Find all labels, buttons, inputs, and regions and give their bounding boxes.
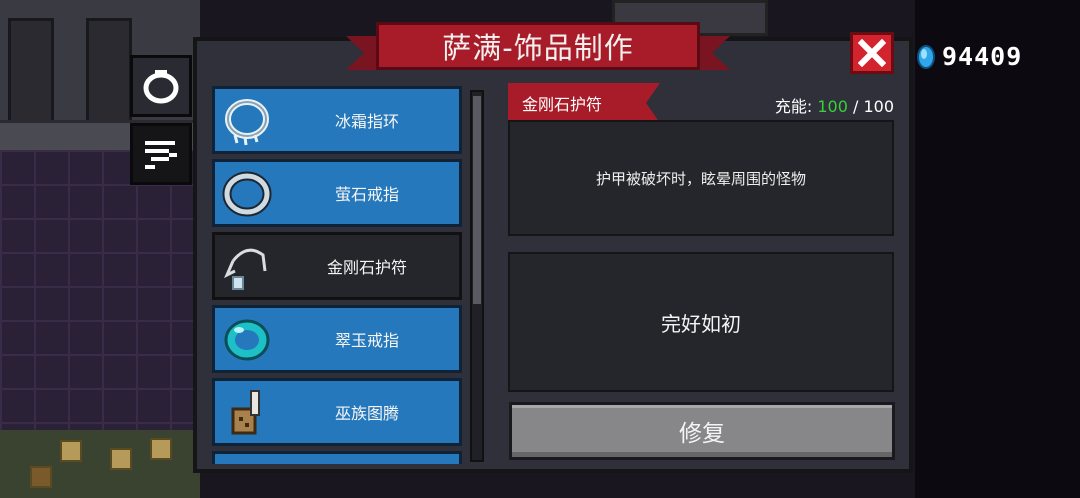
item-label: 巫族图腾 <box>334 404 399 423</box>
list-item-diamond-amulet[interactable]: 金刚石护符 <box>212 232 462 300</box>
wall-pillar <box>86 18 132 134</box>
ring-icon <box>143 70 179 104</box>
currency-amount: 94409 <box>942 42 1023 71</box>
fluorite-ring-icon <box>222 171 272 217</box>
charge-readout: 充能: 100 / 100 <box>775 93 894 117</box>
charge-current: 100 <box>817 97 848 116</box>
page-title: 萨满-饰品制作 <box>376 22 700 70</box>
gem-icon <box>917 44 935 69</box>
close-icon <box>858 39 886 67</box>
item-status: 完好如初 <box>508 252 894 392</box>
selected-item-name: 金刚石护符 <box>508 83 660 123</box>
list-item-fluorite-ring[interactable]: 萤石戒指 <box>212 159 462 227</box>
jade-ring-icon <box>224 319 270 361</box>
item-description: 护甲被破坏时，眩晕周围的怪物 <box>508 120 894 236</box>
list-icon <box>145 141 177 169</box>
background-dark <box>915 0 1080 498</box>
list-item-jade-ring[interactable]: 翠玉戒指 <box>212 305 462 373</box>
list-item-frost-ring[interactable]: 冰霜指环 <box>212 86 462 154</box>
wall-pillar <box>8 18 54 134</box>
ring-tab[interactable] <box>130 55 192 117</box>
side-tabs <box>130 55 194 191</box>
close-button[interactable] <box>850 32 894 74</box>
item-label: 翠玉戒指 <box>334 331 399 350</box>
scrollbar-thumb[interactable] <box>473 96 481 304</box>
repair-button[interactable]: 修复 <box>509 402 895 460</box>
item-list[interactable]: 冰霜指环 萤石戒指 金刚石护符 翠玉戒指 巫族图腾 <box>212 86 468 464</box>
list-item-partial[interactable] <box>212 451 462 464</box>
title-banner: 萨满-饰品制作 <box>346 22 730 76</box>
list-scrollbar[interactable] <box>470 90 484 462</box>
background-props <box>0 430 200 498</box>
list-tab[interactable] <box>130 123 192 185</box>
charge-label: 充能: <box>774 97 818 116</box>
witch-totem-icon <box>231 390 260 435</box>
item-label: 冰霜指环 <box>334 112 399 131</box>
charge-max: / 100 <box>847 97 894 116</box>
item-label: 金刚石护符 <box>326 258 407 277</box>
detail-header: 金刚石护符 充能: 100 / 100 <box>508 83 894 121</box>
diamond-amulet-icon <box>224 248 267 290</box>
item-label: 萤石戒指 <box>334 185 399 204</box>
list-item-witch-totem[interactable]: 巫族图腾 <box>212 378 462 446</box>
frost-ring-icon <box>225 99 269 146</box>
currency-display: 94409 <box>916 42 1022 71</box>
